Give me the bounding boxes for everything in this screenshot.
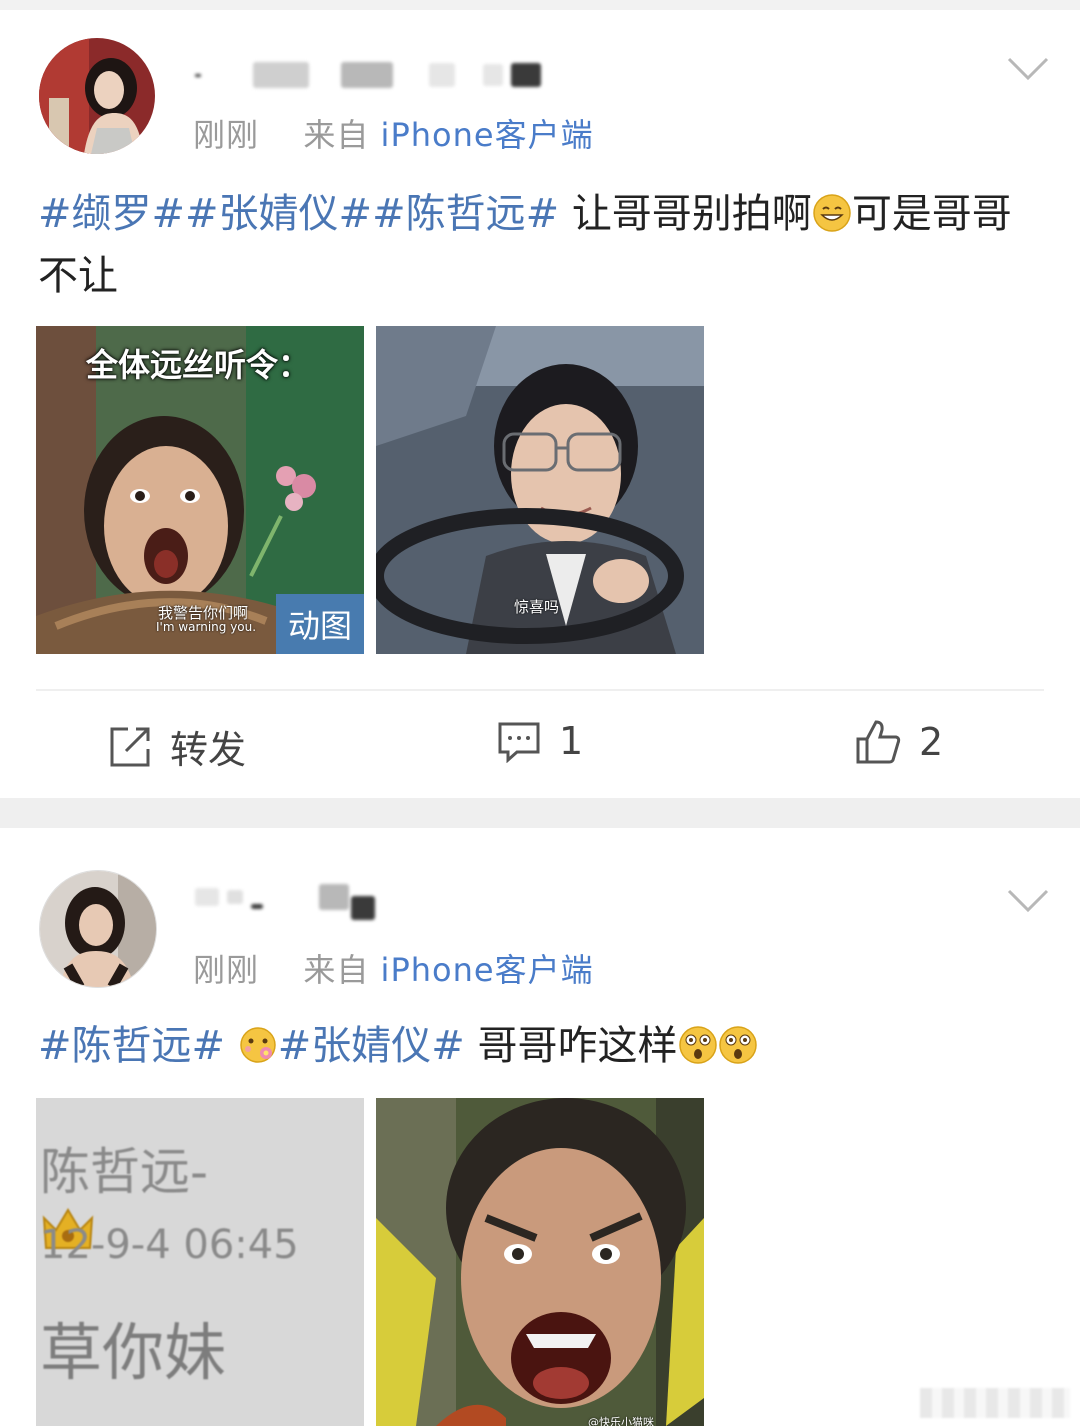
hashtag-link[interactable]: #陈哲远# xyxy=(372,191,559,237)
post-image-gif[interactable]: 全体远丝听令： 我警告你们啊 I'm warning you. 动图 xyxy=(36,326,364,654)
hashtag-link[interactable]: #陈哲远# xyxy=(38,1023,225,1069)
image-subtitle-en: I'm warning you. xyxy=(156,620,257,634)
image-text-line: 12-9-4 06:45 xyxy=(40,1222,299,1268)
watermark: @快乐小猫咪 xyxy=(588,1416,654,1426)
image-subtitle: 惊喜吗 xyxy=(514,598,560,616)
comment-button[interactable]: 1 xyxy=(497,719,583,763)
hashtag-link[interactable]: #缬罗# xyxy=(38,191,185,237)
post-actions: 转发 1 2 xyxy=(0,695,1080,795)
hashtag-link[interactable]: #张婧仪# xyxy=(185,191,372,237)
comment-icon xyxy=(498,722,540,763)
like-count: 2 xyxy=(919,720,944,764)
username-obscured[interactable] xyxy=(195,880,375,920)
post-meta: 刚刚 来自 iPhone客户端 xyxy=(193,110,594,156)
like-button[interactable]: 2 xyxy=(855,719,943,765)
image-text-line: 草你妹 xyxy=(40,1316,227,1389)
grin-emoji xyxy=(813,194,851,232)
like-icon xyxy=(856,720,901,764)
post-image[interactable]: 陈哲远- 12-9-4 06:45 草你妹 xyxy=(36,1098,364,1426)
post-meta: 刚刚 来自 iPhone客户端 xyxy=(193,945,594,991)
avatar[interactable] xyxy=(39,38,155,154)
feed-post: 刚刚 来自 iPhone客户端 #缬罗##张婧仪##陈哲远# 让哥哥别拍啊 可是哥… xyxy=(0,0,1080,800)
hashtag-link[interactable]: #张婧仪# xyxy=(278,1023,465,1069)
post-source[interactable]: iPhone客户端 xyxy=(381,116,594,154)
post-text: #陈哲远# #张婧仪# 哥哥咋这样 xyxy=(38,1015,1038,1077)
actions-divider xyxy=(36,689,1044,691)
post-image[interactable]: 惊喜吗 xyxy=(376,326,704,654)
surprised-emoji xyxy=(718,1026,757,1064)
source-prefix: 来自 xyxy=(303,951,370,989)
comment-count: 1 xyxy=(559,719,584,763)
post-text: #缬罗##张婧仪##陈哲远# 让哥哥别拍啊 可是哥哥不让 xyxy=(38,183,1038,307)
post-image[interactable]: @快乐小猫咪 xyxy=(376,1098,704,1426)
flower-emoji xyxy=(240,1027,276,1063)
surprised-emoji xyxy=(678,1026,717,1064)
repost-button[interactable]: 转发 xyxy=(108,719,246,774)
username-obscured[interactable] xyxy=(195,58,541,92)
post-time: 刚刚 xyxy=(193,951,260,989)
feed-post: 刚刚 来自 iPhone客户端 #陈哲远# #张婧仪# 哥哥咋这样 陈哲远- 1… xyxy=(0,828,1080,1428)
chevron-down-icon[interactable] xyxy=(1006,888,1050,914)
post-body: 哥哥咋这样 xyxy=(477,1023,678,1069)
avatar[interactable] xyxy=(39,870,157,988)
watermark-corner xyxy=(920,1388,1070,1418)
image-caption-top: 全体远丝听令： xyxy=(86,346,311,384)
chevron-down-icon[interactable] xyxy=(1006,56,1050,82)
post-source[interactable]: iPhone客户端 xyxy=(381,951,594,989)
post-time: 刚刚 xyxy=(193,116,260,154)
gif-badge: 动图 xyxy=(276,594,364,654)
post-separator xyxy=(0,798,1080,828)
source-prefix: 来自 xyxy=(303,116,370,154)
share-icon xyxy=(110,727,150,766)
repost-label: 转发 xyxy=(170,728,247,772)
post-body: 让哥哥别拍啊 xyxy=(571,191,812,237)
